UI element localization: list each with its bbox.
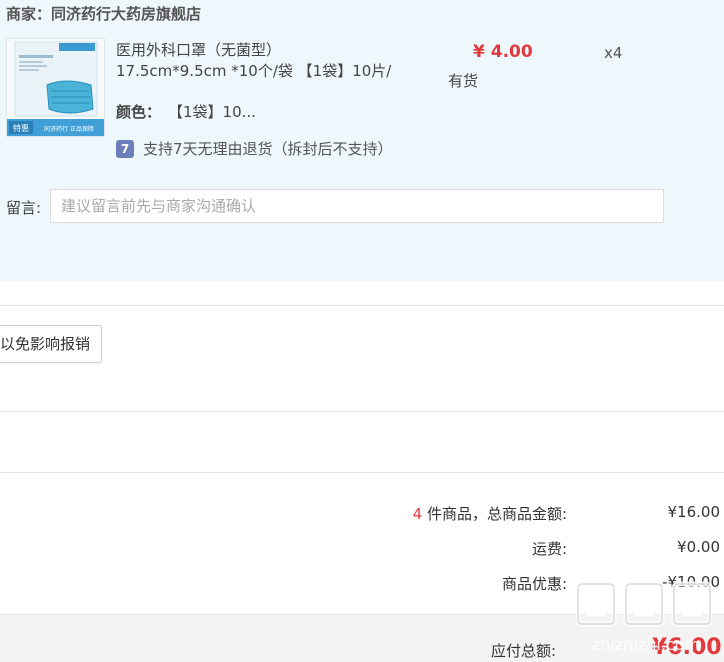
product-thumbnail[interactable]: 特惠 同济药行 正品保障 xyxy=(6,38,105,137)
thumbnail-caption: 同济药行 正品保障 xyxy=(44,125,94,133)
color-label: 颜色： xyxy=(116,103,162,121)
total-bar: 应付总额: ¥6.00 xyxy=(0,614,724,662)
section-divider xyxy=(0,472,724,473)
item-count-suffix: 件商品，总商品金额: xyxy=(426,505,567,523)
subtotal-value: ¥16.00 xyxy=(667,503,721,521)
section-divider xyxy=(0,305,724,306)
shipping-label: 运费: xyxy=(531,540,567,558)
remark-input[interactable] xyxy=(50,189,664,223)
product-name-link[interactable]: 医用外科口罩（无菌型） xyxy=(116,40,281,61)
shop-order-panel: 商家：同济药行大药房旗舰店 特惠 同济药行 正品保障 医用外科口罩（无菌型） 1… xyxy=(0,0,724,281)
thumbnail-badge: 特惠 xyxy=(13,123,29,133)
item-count-label: 4 件商品，总商品金额: xyxy=(413,503,567,524)
merchant-prefix: 商家： xyxy=(6,5,52,23)
return-policy-text: 支持7天无理由退货（拆封后不支持） xyxy=(143,140,393,158)
discount-label: 商品优惠: xyxy=(501,575,567,593)
product-quantity: x4 xyxy=(604,44,623,62)
invoice-button[interactable]: 以免影响报销 xyxy=(0,325,102,363)
product-price: ¥ 4.00 xyxy=(473,42,533,62)
total-label: 应付总额: xyxy=(491,642,557,660)
merchant-name-link[interactable]: 同济药行大药房旗舰店 xyxy=(51,5,201,23)
merchant-line: 商家：同济药行大药房旗舰店 xyxy=(6,3,201,24)
section-divider xyxy=(0,411,724,412)
stock-status: 有货 xyxy=(448,72,479,90)
return-policy-icon: 7 xyxy=(116,140,134,158)
discount-value: -¥10.00 xyxy=(662,573,720,591)
color-value: 【1袋】10... xyxy=(168,103,256,121)
total-amount: ¥6.00 xyxy=(652,635,722,660)
remark-label: 留言: xyxy=(6,199,42,217)
product-spec: 17.5cm*9.5cm *10个/袋 【1袋】10片/ xyxy=(116,62,392,80)
shipping-value: ¥0.00 xyxy=(677,538,720,556)
mask-package-image: 特惠 同济药行 正品保障 xyxy=(7,39,104,136)
item-count: 4 xyxy=(412,505,423,523)
